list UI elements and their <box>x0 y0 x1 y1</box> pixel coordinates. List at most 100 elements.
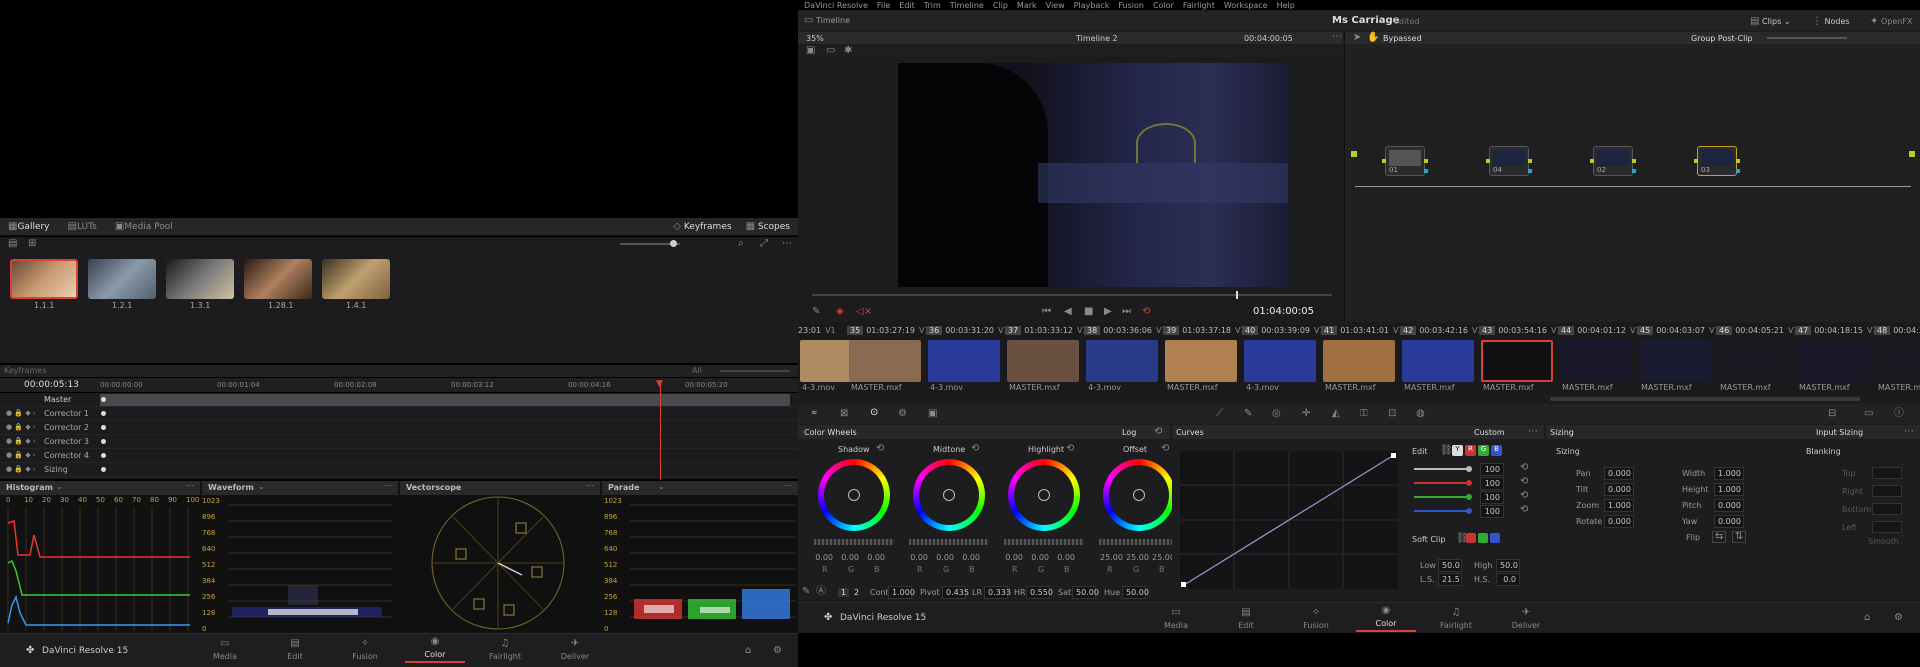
wheel-value[interactable]: 25.00 <box>1097 552 1123 563</box>
slider-knob[interactable] <box>1466 508 1472 514</box>
clip-thumbnail[interactable]: 4-3.mov <box>1084 337 1160 392</box>
wheel-value[interactable]: 0.00 <box>933 552 957 563</box>
key-icon[interactable]: ⚿ <box>1360 409 1368 419</box>
still-thumbnail[interactable] <box>244 259 312 299</box>
tab-media-pool[interactable]: ▣ Media Pool <box>115 221 173 232</box>
node-key-output[interactable] <box>1736 169 1740 173</box>
intensity-slider[interactable] <box>1414 482 1470 484</box>
keyframes-tab[interactable]: ◇ Keyframes <box>673 221 731 232</box>
wheel-value[interactable]: 0.00 <box>1028 552 1052 563</box>
node-key-output[interactable] <box>1424 169 1428 173</box>
reset-icon[interactable]: ⟲ <box>876 444 884 454</box>
wheel-value[interactable]: 0.00 <box>907 552 931 563</box>
nodes-toggle[interactable]: ⋮ Nodes <box>1812 17 1850 27</box>
menu-item[interactable]: Workspace <box>1224 1 1268 10</box>
track-controls[interactable]: ● 🔒 ◆ › <box>6 423 36 431</box>
page-fairlight[interactable]: ♫ Fairlight <box>1426 607 1486 630</box>
settings-icon[interactable]: ⚙ <box>1894 613 1903 623</box>
menu-item[interactable]: Edit <box>899 1 915 10</box>
rgb-mixer-icon[interactable]: ⚙ <box>898 409 907 419</box>
group-mode[interactable]: Group Post-Clip <box>1691 34 1753 43</box>
intensity-value[interactable]: 100 <box>1480 505 1504 518</box>
menu-item[interactable]: File <box>877 1 890 10</box>
color-wheel[interactable] <box>1008 459 1080 531</box>
menu-item[interactable]: Timeline <box>950 1 984 10</box>
sizing-field-value[interactable]: 1.000 <box>1714 467 1744 480</box>
stop-icon[interactable]: ■ <box>1084 307 1093 317</box>
wheel-center[interactable] <box>848 489 860 501</box>
tree-output[interactable] <box>1909 151 1915 157</box>
timeline-name[interactable]: Timeline 2 <box>1076 34 1118 43</box>
track-controls[interactable]: ● 🔒 ◆ › <box>6 409 36 417</box>
viewer-mode-icon[interactable]: ▣ <box>806 46 815 56</box>
intensity-value[interactable]: 100 <box>1480 477 1504 490</box>
curve-channel-b[interactable]: B <box>1491 445 1502 456</box>
clip-thumbnail[interactable]: MASTER.mxf <box>1163 337 1239 392</box>
master-wheel[interactable] <box>1099 539 1179 545</box>
intensity-value[interactable]: 100 <box>1480 463 1504 476</box>
node-key-output[interactable] <box>1528 169 1532 173</box>
page-color[interactable]: ◉ Color <box>1356 605 1416 632</box>
settings-icon[interactable]: ⚙ <box>773 646 782 656</box>
sizing-field-value[interactable]: 0.000 <box>1604 515 1634 528</box>
param-value[interactable]: 0.550 <box>1026 586 1053 599</box>
clip-thumbnail[interactable]: MASTER.mxf <box>1479 337 1555 392</box>
hs-value[interactable]: 0.0 <box>1496 573 1520 586</box>
node-input[interactable] <box>1486 159 1490 163</box>
still-thumbnail[interactable] <box>88 259 156 299</box>
menu-item[interactable]: Mark <box>1017 1 1037 10</box>
clip-thumbnail[interactable]: MASTER.mxf <box>1874 337 1920 392</box>
reset-icon[interactable]: ⟲ <box>971 444 979 454</box>
param-value[interactable]: 50.00 <box>1122 586 1149 599</box>
blanking-field-input[interactable] <box>1872 467 1902 479</box>
playhead-head[interactable]: ▼ <box>656 379 663 389</box>
keyframe-dot[interactable] <box>101 397 106 402</box>
node-input[interactable] <box>1590 159 1594 163</box>
page-media[interactable]: ▭ Media <box>1146 607 1206 630</box>
sizing-icon[interactable]: ⊡ <box>1388 409 1396 419</box>
clip-thumbnail[interactable]: MASTER.mxf <box>1321 337 1397 392</box>
keyframes-filter[interactable]: All <box>692 366 702 375</box>
go-end-icon[interactable]: ⏭ <box>1122 307 1131 317</box>
node-output[interactable] <box>1736 159 1740 163</box>
color-wheel[interactable] <box>818 459 890 531</box>
wheel-value[interactable]: 0.00 <box>838 552 862 563</box>
auto-balance-icon[interactable]: Ⓐ <box>816 587 826 597</box>
color-picker-icon[interactable]: ✎ <box>812 307 820 317</box>
clip-thumbnail[interactable]: MASTER.mxf <box>847 337 923 392</box>
reset-icon[interactable]: ⟲ <box>1066 444 1074 454</box>
keyframe-dot[interactable] <box>101 439 106 444</box>
slider-knob[interactable] <box>1466 466 1472 472</box>
clip-thumbnail[interactable]: MASTER.mxf <box>1005 337 1081 392</box>
more-icon[interactable]: ⋯ <box>1528 427 1538 437</box>
camera-raw-icon[interactable]: ⚭ <box>810 409 818 419</box>
node-output[interactable] <box>1528 159 1532 163</box>
chevron-down-icon[interactable]: ⌄ <box>658 482 665 491</box>
menu-item[interactable]: Trim <box>924 1 941 10</box>
master-wheel[interactable] <box>909 539 989 545</box>
page-2-button[interactable]: 2 <box>854 588 859 597</box>
color-wheels-icon[interactable]: ⊙ <box>870 408 878 418</box>
keyframe-track[interactable]: ● 🔒 ◆ › Corrector 4 <box>0 449 800 463</box>
intensity-slider[interactable] <box>1414 510 1470 512</box>
softclip-g-button[interactable] <box>1478 533 1488 543</box>
menu-item[interactable]: Help <box>1277 1 1295 10</box>
track-controls[interactable]: ● 🔒 ◆ › <box>6 465 36 473</box>
sizing-field-value[interactable]: 0.000 <box>1604 467 1634 480</box>
high-value[interactable]: 50.0 <box>1496 559 1520 572</box>
intensity-slider[interactable] <box>1414 468 1470 470</box>
node-output[interactable] <box>1632 159 1636 163</box>
playhead-marker[interactable] <box>660 380 661 480</box>
page-color[interactable]: ◉ Color <box>405 636 465 663</box>
page-edit[interactable]: ▤ Edit <box>265 638 325 661</box>
3d-icon[interactable]: ◍ <box>1416 409 1425 419</box>
curves-mode[interactable]: Custom <box>1474 428 1505 437</box>
pointer-icon[interactable]: ➤ <box>1353 33 1361 43</box>
scope-title[interactable]: Waveform <box>208 483 254 492</box>
page-deliver[interactable]: ✈ Deliver <box>1496 607 1556 630</box>
page-fairlight[interactable]: ♫ Fairlight <box>475 638 535 661</box>
track-controls[interactable]: ● 🔒 ◆ › <box>6 437 36 445</box>
clips-toggle[interactable]: ▤ Clips ⌄ <box>1750 17 1791 27</box>
color-wheel[interactable] <box>1103 459 1175 531</box>
color-node[interactable]: 03 <box>1694 146 1740 176</box>
